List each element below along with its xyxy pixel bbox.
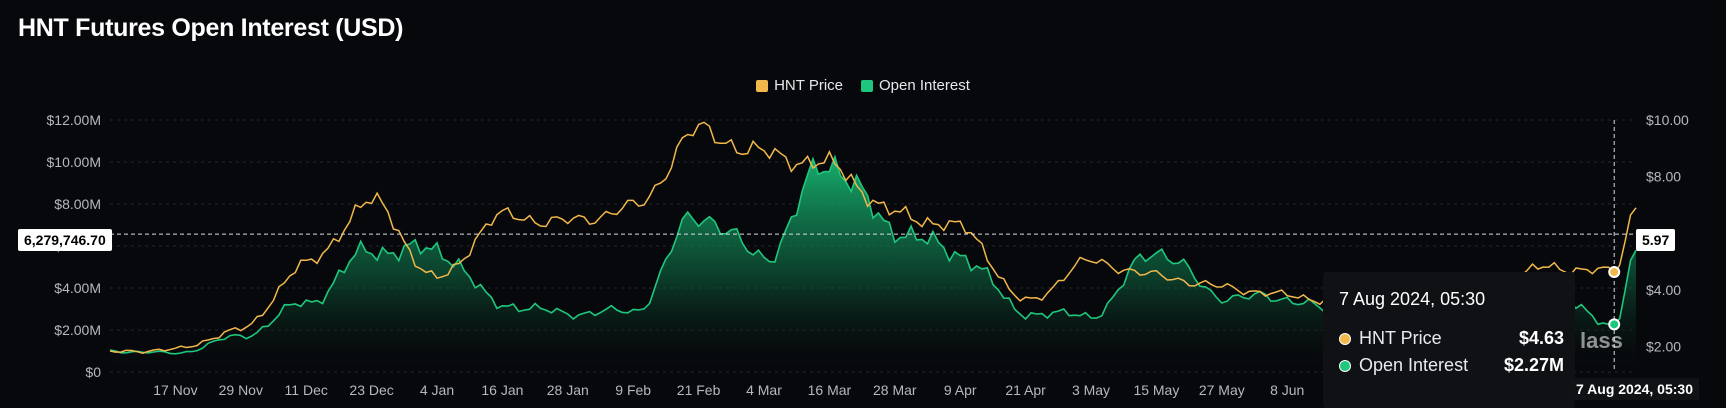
- tooltip-label-open-interest: Open Interest: [1359, 355, 1469, 375]
- tooltip-dot-hnt-price: [1339, 332, 1351, 345]
- tooltip-value-hnt-price: $4.63: [1518, 328, 1564, 348]
- watermark: lass: [1580, 328, 1623, 353]
- x-tick-label: 9 Feb: [615, 382, 651, 398]
- tooltip-date: 7 Aug 2024, 05:30: [1339, 289, 1486, 309]
- x-tick-label: 16 Jan: [481, 382, 523, 398]
- x-tick-label: 4 Mar: [746, 382, 782, 398]
- x-tick-label: 11 Dec: [285, 382, 328, 398]
- y-left-tick-label: $4.00M: [54, 280, 101, 296]
- tooltip-row-hnt-price: HNT Price $4.63: [1339, 328, 1564, 349]
- y-right-tick-label: $4.00: [1646, 282, 1681, 298]
- tooltip-row-open-interest: Open Interest $2.27M: [1339, 355, 1564, 376]
- crosshair-left-label: 6,279,746.70: [18, 229, 112, 251]
- tooltip-label-hnt-price: HNT Price: [1359, 328, 1442, 348]
- y-left-tick-label: $10.00M: [47, 154, 101, 170]
- hnt-price-marker: [1608, 266, 1621, 279]
- y-right-tick-label: $10.00: [1646, 112, 1689, 128]
- x-tick-label: 28 Jan: [547, 382, 589, 398]
- x-tick-label: 9 Apr: [944, 382, 977, 398]
- y-left-tick-label: $12.00M: [47, 112, 101, 128]
- x-tick-label: 23 Dec: [349, 382, 393, 398]
- x-tick-label: 17 Nov: [153, 382, 197, 398]
- x-tick-label: 28 Mar: [873, 382, 917, 398]
- crosshair-bottom-label: 7 Aug 2024, 05:30: [1570, 378, 1699, 400]
- y-right-tick-label: $2.00: [1646, 339, 1681, 355]
- x-tick-label: 16 Mar: [808, 382, 852, 398]
- x-tick-label: 15 May: [1133, 382, 1179, 398]
- x-tick-label: 21 Apr: [1005, 382, 1046, 398]
- x-axis: 17 Nov 29 Nov 11 Dec 23 Dec 4 Jan 16 Jan 28 Ja…: [153, 382, 1304, 398]
- x-tick-label: 29 Nov: [219, 382, 263, 398]
- y-right-tick-label: $8.00: [1646, 169, 1681, 185]
- y-left-tick-label: $8.00M: [54, 196, 101, 212]
- x-tick-label: 27 May: [1199, 382, 1245, 398]
- y-left-tick-label: $2.00M: [54, 322, 101, 338]
- tooltip-value-open-interest: $2.27M: [1503, 355, 1564, 375]
- x-tick-label: 8 Jun: [1270, 382, 1304, 398]
- y-left-tick-label: $0: [85, 364, 101, 380]
- tooltip: 7 Aug 2024, 05:30 HNT Price $4.63 Open I…: [1323, 272, 1575, 408]
- x-tick-label: 4 Jan: [420, 382, 454, 398]
- x-tick-label: 21 Feb: [677, 382, 721, 398]
- crosshair-right-label: 5.97: [1636, 229, 1676, 251]
- x-tick-label: 3 May: [1072, 382, 1110, 398]
- tooltip-dot-open-interest: [1339, 359, 1351, 372]
